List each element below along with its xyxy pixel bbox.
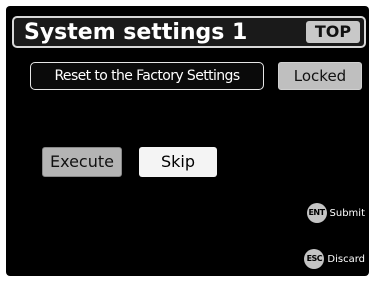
top-button[interactable]: TOP: [306, 21, 360, 43]
execute-button[interactable]: Execute: [42, 147, 122, 177]
ent-key-icon: ENT: [306, 203, 327, 223]
discard-hint: ESC Discard: [304, 248, 365, 270]
reset-factory-settings-button[interactable]: Reset to the Factory Settings: [30, 62, 264, 90]
page-title: System settings 1: [24, 20, 248, 45]
esc-key-icon: ESC: [304, 249, 325, 269]
locked-button[interactable]: Locked: [278, 62, 362, 90]
discard-hint-label: Discard: [327, 253, 365, 265]
submit-hint-label: Submit: [329, 207, 365, 219]
submit-hint: ENT Submit: [306, 202, 365, 224]
title-bar: System settings 1 TOP: [12, 16, 366, 48]
skip-button[interactable]: Skip: [139, 147, 217, 177]
settings-screen: System settings 1 TOP Reset to the Facto…: [6, 6, 369, 276]
